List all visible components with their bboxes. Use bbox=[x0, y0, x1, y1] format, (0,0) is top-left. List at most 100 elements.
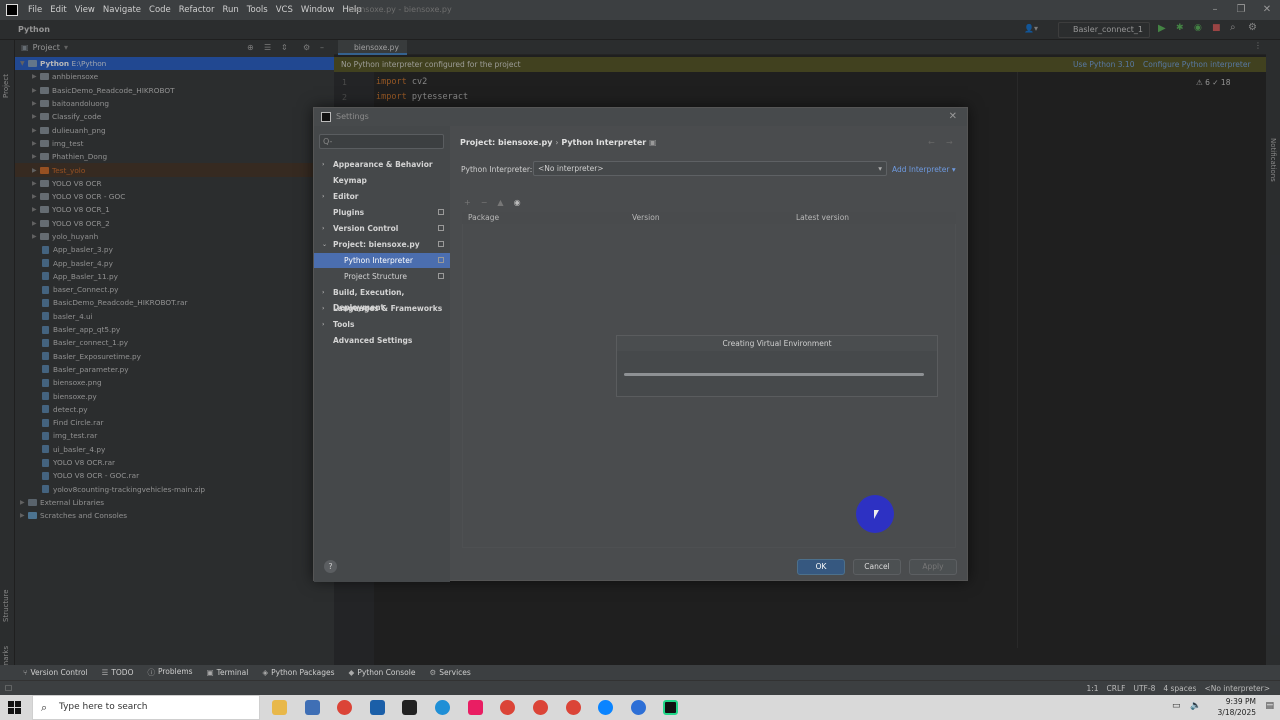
tool-window-problems[interactable]: ⓘ Problems bbox=[147, 667, 192, 678]
ok-button[interactable]: OK bbox=[797, 559, 845, 575]
menu-item-vcs[interactable]: VCS bbox=[276, 0, 293, 20]
pycharm-logo-icon bbox=[321, 112, 331, 122]
settings-nav-label: Project: biensoxe.py bbox=[333, 240, 420, 249]
menu-item-tools[interactable]: Tools bbox=[247, 0, 268, 20]
menu-item-navigate[interactable]: Navigate bbox=[103, 0, 141, 20]
project-scope-icon: ▣ bbox=[649, 138, 657, 147]
windows-taskbar: ⌕ Type here to search ▭ 🔈 9:39 PM 3/18/2… bbox=[0, 695, 1280, 720]
tiktok-icon[interactable] bbox=[468, 700, 483, 715]
windows-start-icon[interactable] bbox=[8, 701, 21, 714]
settings-nav-item[interactable]: Project Structure bbox=[314, 269, 450, 284]
caret-position[interactable]: 1:1 bbox=[1086, 681, 1098, 696]
settings-nav-item[interactable]: Plugins bbox=[314, 205, 450, 220]
menu-item-edit[interactable]: Edit bbox=[50, 0, 66, 20]
forward-arrow-icon[interactable]: → bbox=[946, 138, 953, 147]
settings-nav-item[interactable]: Python Interpreter bbox=[314, 253, 450, 268]
maximize-icon[interactable]: ❐ bbox=[1228, 0, 1254, 20]
tool-window-terminal[interactable]: ▣ Terminal bbox=[207, 668, 249, 677]
volume-icon[interactable]: 🔈 bbox=[1190, 701, 1201, 711]
interpreter-select[interactable]: <No interpreter> ▾ bbox=[533, 161, 887, 176]
chrome-icon[interactable] bbox=[337, 700, 352, 715]
status-right: 1:1 CRLF UTF-8 4 spaces <No interpreter> bbox=[1086, 681, 1270, 696]
chrome-icon[interactable] bbox=[566, 700, 581, 715]
settings-nav-item[interactable]: › Tools bbox=[314, 317, 450, 332]
settings-nav-item[interactable]: › Build, Execution, Deployment bbox=[314, 285, 450, 312]
progress-title: Creating Virtual Environment bbox=[617, 336, 937, 351]
minimize-icon[interactable]: – bbox=[1202, 0, 1228, 20]
search-icon: ⌕ bbox=[41, 701, 48, 714]
tool-window-label: Problems bbox=[157, 667, 193, 676]
app-icon[interactable] bbox=[631, 700, 646, 715]
settings-nav-label: Python Interpreter bbox=[344, 256, 413, 265]
settings-nav-label: Tools bbox=[333, 320, 355, 329]
column-latest-version[interactable]: Latest version bbox=[796, 212, 849, 224]
file-encoding[interactable]: UTF-8 bbox=[1133, 681, 1155, 696]
file-explorer-icon[interactable] bbox=[272, 700, 287, 715]
line-separator[interactable]: CRLF bbox=[1107, 681, 1126, 696]
taskbar-clock[interactable]: 9:39 PM 3/18/2025 bbox=[1218, 696, 1256, 718]
settings-breadcrumb: Project: biensoxe.py › Python Interprete… bbox=[460, 138, 657, 147]
chrome-icon[interactable] bbox=[500, 700, 515, 715]
notification-icon[interactable]: ▤ bbox=[1265, 701, 1274, 711]
column-version[interactable]: Version bbox=[632, 212, 660, 224]
back-arrow-icon[interactable]: ← bbox=[928, 138, 935, 147]
settings-search-input[interactable]: Q- bbox=[319, 134, 444, 149]
network-icon[interactable]: ▭ bbox=[1172, 701, 1181, 711]
taskbar-search-placeholder: Type here to search bbox=[59, 702, 148, 712]
menu-item-code[interactable]: Code bbox=[149, 0, 171, 20]
progress-fill bbox=[624, 373, 924, 376]
project-scope-icon bbox=[438, 257, 444, 263]
clock-time: 9:39 PM bbox=[1225, 697, 1256, 706]
settings-nav-item[interactable]: Advanced Settings bbox=[314, 333, 450, 348]
problems-icon: ⓘ bbox=[147, 668, 155, 677]
settings-nav-item[interactable]: › Languages & Frameworks bbox=[314, 301, 450, 316]
close-icon[interactable]: ✕ bbox=[949, 108, 957, 126]
menu-item-window[interactable]: Window bbox=[301, 0, 335, 20]
add-package-icon[interactable]: + bbox=[464, 198, 471, 210]
edge-icon[interactable] bbox=[435, 700, 450, 715]
tool-window-python-console[interactable]: ◆ Python Console bbox=[349, 668, 416, 677]
column-package[interactable]: Package bbox=[468, 212, 499, 224]
dialog-title-bar[interactable]: Settings bbox=[314, 108, 967, 126]
cancel-button[interactable]: Cancel bbox=[853, 559, 901, 575]
tool-window-label: Python Packages bbox=[271, 668, 335, 677]
menu-item-view[interactable]: View bbox=[75, 0, 95, 20]
help-icon[interactable]: ? bbox=[324, 560, 337, 573]
tool-window-services[interactable]: ⚙ Services bbox=[429, 668, 470, 677]
project-scope-icon bbox=[438, 241, 444, 247]
app-icon[interactable] bbox=[402, 700, 417, 715]
menu-item-run[interactable]: Run bbox=[222, 0, 238, 20]
app-icon[interactable] bbox=[305, 700, 320, 715]
zalo-icon[interactable] bbox=[598, 700, 613, 715]
project-scope-icon bbox=[438, 273, 444, 279]
settings-nav-item[interactable]: Keymap bbox=[314, 173, 450, 188]
store-icon[interactable] bbox=[370, 700, 385, 715]
search-placeholder: Q- bbox=[323, 137, 333, 146]
settings-nav-label: Advanced Settings bbox=[333, 336, 413, 345]
settings-nav-item[interactable]: › Editor bbox=[314, 189, 450, 204]
status-interpreter[interactable]: <No interpreter> bbox=[1204, 681, 1270, 696]
eye-icon[interactable]: ◉ bbox=[514, 198, 521, 210]
chrome-icon[interactable] bbox=[533, 700, 548, 715]
taskbar-search-input[interactable]: ⌕ Type here to search bbox=[32, 695, 260, 720]
menu-item-refactor[interactable]: Refactor bbox=[179, 0, 215, 20]
settings-nav-item[interactable]: ⌄ Project: biensoxe.py bbox=[314, 237, 450, 252]
tool-window-python-packages[interactable]: ◈ Python Packages bbox=[262, 668, 334, 677]
breadcrumb-project[interactable]: Project: biensoxe.py bbox=[460, 138, 552, 147]
indent-setting[interactable]: 4 spaces bbox=[1163, 681, 1196, 696]
pycharm-icon[interactable] bbox=[663, 700, 678, 715]
add-interpreter-link[interactable]: Add Interpreter ▾ bbox=[892, 165, 956, 174]
settings-nav-item[interactable]: › Version Control bbox=[314, 221, 450, 236]
close-icon[interactable]: ✕ bbox=[1254, 0, 1280, 20]
tool-window-todo[interactable]: ☰ TODO bbox=[102, 668, 134, 677]
remove-package-icon[interactable]: − bbox=[481, 198, 488, 210]
settings-nav-item[interactable]: › Appearance & Behavior bbox=[314, 157, 450, 172]
chevron-right-icon: › bbox=[322, 305, 325, 312]
tool-window-version-control[interactable]: ⑂ Version Control bbox=[23, 668, 88, 677]
chevron-right-icon: › bbox=[322, 193, 325, 200]
apply-button[interactable]: Apply bbox=[909, 559, 957, 575]
chevron-right-icon: › bbox=[322, 161, 325, 168]
expand-icon[interactable]: □ bbox=[5, 683, 12, 692]
upgrade-package-icon[interactable]: ▲ bbox=[497, 198, 503, 210]
menu-item-file[interactable]: File bbox=[28, 0, 42, 20]
